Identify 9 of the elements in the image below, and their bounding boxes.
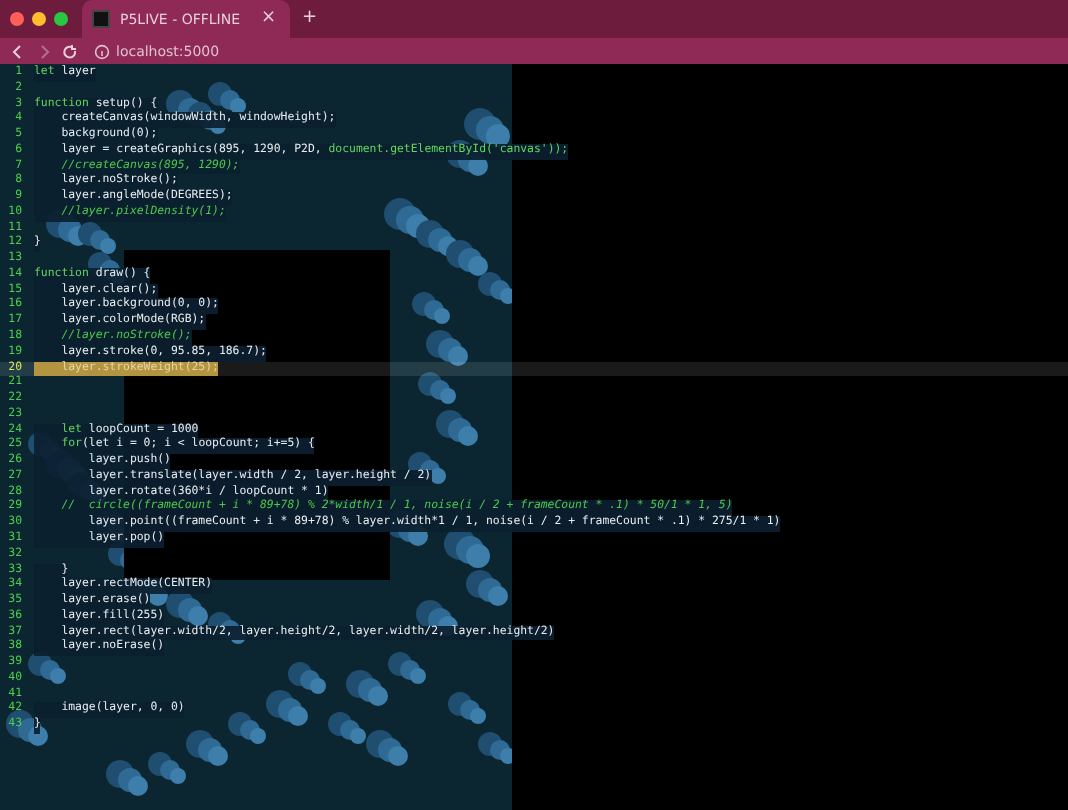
window-close-button[interactable] xyxy=(10,12,24,26)
window-minimize-button[interactable] xyxy=(32,12,46,26)
tab-close-button[interactable]: × xyxy=(256,10,280,28)
back-icon[interactable] xyxy=(10,43,26,59)
info-icon xyxy=(94,43,110,59)
favicon-icon xyxy=(92,10,110,28)
reload-icon[interactable] xyxy=(62,43,78,59)
new-tab-button[interactable]: + xyxy=(298,10,322,28)
window-maximize-button[interactable] xyxy=(54,12,68,26)
